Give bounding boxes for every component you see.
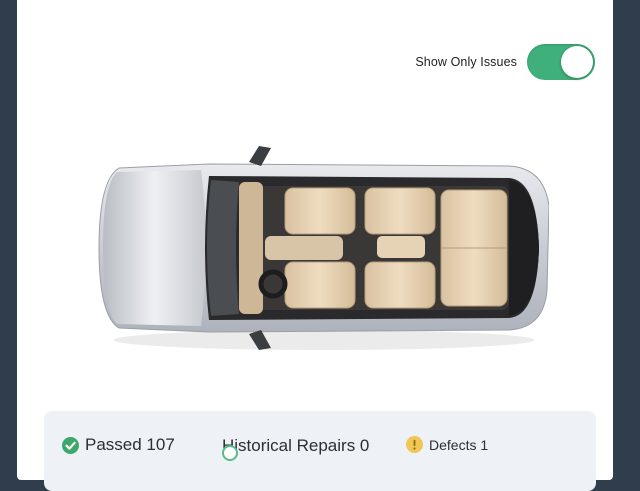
historical-repairs-stat[interactable]: Historical Repairs 0 xyxy=(222,431,369,461)
historical-repairs-label: Historical Repairs 0 xyxy=(222,436,370,455)
defects-label: Defects 1 xyxy=(429,436,489,453)
car-illustration xyxy=(98,146,550,350)
check-circle-icon xyxy=(62,436,79,454)
inspection-card: Show Only Issues Passed 107 Historical R… xyxy=(17,0,613,491)
history-icon xyxy=(222,445,238,461)
issues-filter: Show Only Issues xyxy=(415,44,595,80)
issues-filter-label: Show Only Issues xyxy=(415,55,517,69)
toggle-knob xyxy=(561,46,593,78)
vehicle-top-view xyxy=(89,140,550,355)
passed-stat[interactable]: Passed 107 xyxy=(62,435,175,455)
issues-filter-toggle[interactable] xyxy=(527,44,595,80)
passed-label: Passed 107 xyxy=(85,435,175,454)
inspection-summary: Passed 107 Historical Repairs 0 Defects … xyxy=(44,411,596,491)
warning-icon xyxy=(406,436,423,453)
defects-stat[interactable]: Defects 1 xyxy=(406,436,488,453)
